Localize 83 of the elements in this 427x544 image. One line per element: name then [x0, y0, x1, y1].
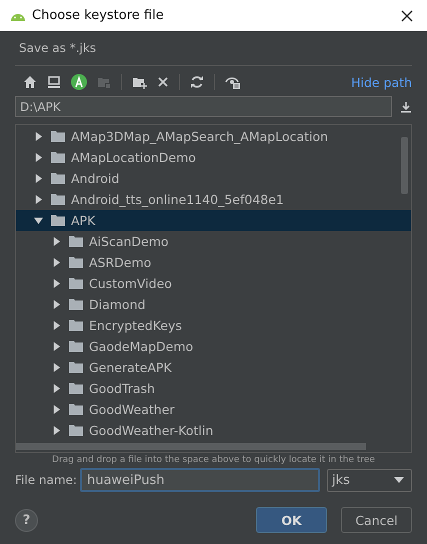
folder-icon — [51, 173, 65, 184]
new-folder-icon[interactable] — [132, 75, 147, 89]
tree-row[interactable]: Android_tts_online1140_5ef048e1 — [16, 189, 411, 210]
download-icon[interactable] — [400, 100, 412, 112]
expand-arrow-icon[interactable] — [52, 426, 61, 435]
expand-arrow-icon[interactable] — [52, 363, 61, 372]
file-type-dropdown[interactable]: jks — [326, 468, 412, 492]
folder-name: Diamond — [89, 297, 146, 312]
window-title: Choose keystore file — [32, 8, 165, 23]
folder-icon — [69, 425, 83, 436]
android-studio-icon[interactable] — [71, 74, 87, 90]
tree-row[interactable]: AMap3DMap_AMapSearch_AMapLocation — [16, 126, 411, 147]
cancel-button[interactable]: Cancel — [341, 507, 412, 533]
tree-row[interactable]: APK — [16, 210, 411, 231]
tree-row[interactable]: EncryptedKeys — [16, 315, 411, 336]
expand-arrow-icon[interactable] — [34, 174, 43, 183]
folder-name: AMapLocationDemo — [71, 150, 196, 165]
monitor-icon[interactable] — [47, 75, 61, 89]
folder-icon — [51, 152, 65, 163]
folder-icon — [51, 131, 65, 142]
tree-row[interactable]: GaodeMapDemo — [16, 336, 411, 357]
vertical-scrollbar[interactable] — [401, 137, 408, 194]
folder-icon — [51, 194, 65, 205]
tree-row[interactable]: Diamond — [16, 294, 411, 315]
expand-arrow-icon[interactable] — [52, 258, 61, 267]
folder-name: EncryptedKeys — [89, 318, 182, 333]
folder-name: APK — [71, 213, 96, 228]
expand-arrow-icon[interactable] — [52, 237, 61, 246]
tree-row[interactable]: AiScanDemo — [16, 231, 411, 252]
tree-row[interactable]: Android — [16, 168, 411, 189]
expand-arrow-icon[interactable] — [34, 153, 43, 162]
folder-name: Android — [71, 171, 120, 186]
close-icon[interactable] — [401, 10, 413, 22]
folder-icon — [69, 236, 83, 247]
folder-icon — [69, 299, 83, 310]
help-button[interactable]: ? — [15, 508, 38, 532]
horizontal-scrollbar[interactable] — [16, 443, 366, 450]
description-text: Save as *.jks — [19, 41, 98, 57]
folder-name: CustomVideo — [89, 276, 172, 291]
hide-path-link[interactable]: Hide path — [351, 74, 412, 90]
dropdown-arrow-icon — [394, 477, 404, 483]
expand-arrow-icon[interactable] — [52, 342, 61, 351]
expand-arrow-icon[interactable] — [52, 405, 61, 414]
file-name-field[interactable]: huaweiPush — [80, 468, 320, 492]
tree-row[interactable]: AMapLocationDemo — [16, 147, 411, 168]
folder-icon — [69, 257, 83, 268]
tree-row[interactable]: GoodWeather-Kotlin — [16, 420, 411, 441]
expand-arrow-icon[interactable] — [52, 300, 61, 309]
tree-row[interactable]: ASRDemo — [16, 252, 411, 273]
home-icon[interactable] — [23, 75, 37, 89]
folder-name: AMap3DMap_AMapSearch_AMapLocation — [71, 129, 328, 144]
expand-arrow-icon[interactable] — [52, 321, 61, 330]
folder-name: ASRDemo — [89, 255, 152, 270]
folder-icon — [69, 341, 83, 352]
expand-arrow-icon[interactable] — [52, 384, 61, 393]
folder-icon — [69, 278, 83, 289]
folder-name: GoodWeather — [89, 402, 175, 417]
tree-row[interactable]: GoodWeather — [16, 399, 411, 420]
eye-icon[interactable] — [225, 74, 241, 90]
folder-icon — [69, 320, 83, 331]
folder-icon — [51, 215, 65, 226]
expand-arrow-icon[interactable] — [34, 195, 43, 204]
expand-arrow-icon[interactable] — [34, 132, 43, 141]
folder-name: GoodWeather-Kotlin — [89, 423, 214, 438]
ok-button[interactable]: OK — [256, 507, 327, 533]
hint-text: Drag and drop a file into the space above to quickly locate it in the tree — [51, 455, 376, 465]
folder-name: Android_tts_online1140_5ef048e1 — [71, 192, 284, 207]
folder-icon — [69, 404, 83, 415]
folder-name: AiScanDemo — [89, 234, 169, 249]
folder-icon — [69, 383, 83, 394]
tree-row[interactable]: GenerateAPK — [16, 357, 411, 378]
path-field[interactable]: D:\APK — [15, 96, 392, 117]
collapse-arrow-icon[interactable] — [34, 216, 43, 225]
folder-name: GenerateAPK — [89, 360, 172, 375]
tree-row[interactable]: GoodTrash — [16, 378, 411, 399]
folder-icon — [69, 362, 83, 373]
tree-row[interactable]: CustomVideo — [16, 273, 411, 294]
folder-name: GaodeMapDemo — [89, 339, 194, 354]
delete-icon[interactable] — [157, 76, 169, 88]
folder-name: GoodTrash — [89, 381, 155, 396]
file-name-label: File name: — [15, 473, 77, 487]
expand-arrow-icon[interactable] — [52, 279, 61, 288]
refresh-icon[interactable] — [190, 75, 204, 89]
